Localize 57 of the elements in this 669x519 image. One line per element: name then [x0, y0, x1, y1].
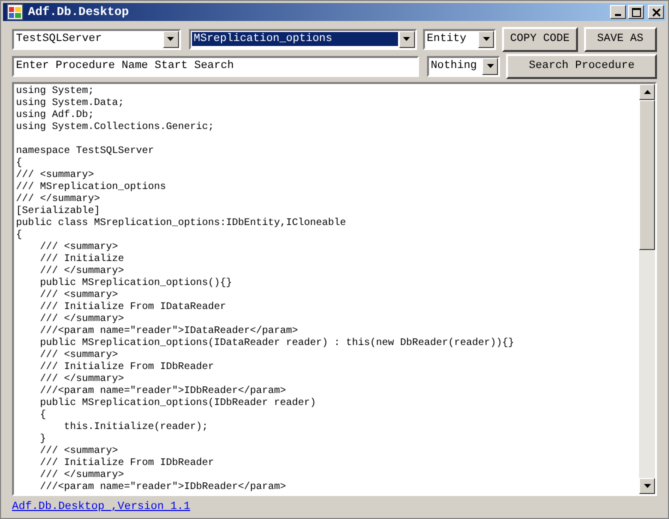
- dropdown[interactable]: Entity: [422, 28, 496, 50]
- code-line: namespace TestSQLServer: [16, 146, 154, 157]
- maximize-button[interactable]: [628, 5, 644, 19]
- code-line: /// Initialize: [39, 254, 124, 265]
- app-icon: [7, 4, 23, 20]
- code-line: /// <summary>: [39, 242, 118, 253]
- close-icon: [652, 8, 660, 16]
- code-line: using System.Collections.Generic;: [16, 122, 214, 133]
- code-line: /// <summary>: [39, 446, 118, 457]
- toolbar-button[interactable]: COPY CODE: [502, 26, 578, 52]
- dropdown[interactable]: Nothing: [426, 56, 500, 76]
- code-line: /// </summary>: [39, 314, 124, 325]
- code-line: public MSreplication_options(IDbReader reader): [39, 398, 316, 409]
- code-line: /// </summary>: [39, 374, 124, 385]
- code-line: ///<param name="reader">IDbReader</param>: [39, 386, 286, 397]
- window-title: Adf.Db.Desktop: [28, 5, 129, 19]
- code-line: {: [16, 230, 22, 241]
- scroll-thumb[interactable]: [639, 100, 655, 250]
- code-line: /// <summary>: [39, 290, 118, 301]
- toolbar-button[interactable]: SAVE AS: [584, 26, 657, 52]
- minimize-button[interactable]: [610, 5, 626, 19]
- close-button[interactable]: [648, 5, 664, 19]
- scroll-up-button[interactable]: [639, 84, 655, 100]
- code-line: ///<param name="reader">IDataReader</param>: [39, 326, 298, 337]
- code-line: /// </summary>: [39, 266, 124, 277]
- scroll-down-button[interactable]: [639, 478, 655, 494]
- up-arrow-icon: [644, 90, 650, 94]
- dropdown[interactable]: MSreplication_options: [188, 28, 417, 50]
- code-line: /// <summary>: [39, 350, 118, 361]
- code-line: public class MSreplication_options:IDbEntity,ICloneable: [16, 218, 346, 229]
- code-line: /// Initialize From IDbReader: [39, 458, 214, 469]
- code-line: public MSreplication_options(){}: [39, 278, 232, 289]
- code-line: using System;: [16, 86, 94, 97]
- code-line: ///<param name="reader">IDbReader</param>: [39, 482, 286, 493]
- maximize-icon: [632, 8, 640, 16]
- search-button[interactable]: Search Procedure: [506, 54, 657, 78]
- code-line: /// Initialize From IDataReader: [39, 302, 226, 313]
- code-line: /// <summary>: [16, 170, 94, 181]
- code-line: {: [16, 158, 22, 169]
- version-link[interactable]: Adf.Db.Desktop ,Version 1.1: [12, 501, 190, 513]
- search-field[interactable]: Enter Procedure Name Start Search: [12, 56, 419, 76]
- minimize-icon: [615, 14, 621, 16]
- code-line: /// </summary>: [16, 194, 100, 205]
- code-line: public MSreplication_options(IDataReader reader) : this(new DbReader(reader)){}: [39, 338, 514, 349]
- code-line: {: [39, 410, 46, 421]
- code-line: [Serializable]: [16, 206, 100, 217]
- code-editor[interactable]: [12, 82, 657, 496]
- code-line: /// MSreplication_options: [16, 182, 166, 193]
- code-line: /// Initialize From IDbReader: [39, 362, 214, 373]
- down-arrow-icon: [644, 484, 650, 488]
- scroll-bar[interactable]: [639, 84, 655, 494]
- code-line: }: [39, 434, 46, 445]
- dropdown[interactable]: TestSQLServer: [12, 28, 181, 50]
- code-line: this.Initialize(reader);: [63, 422, 208, 433]
- code-line: /// </summary>: [39, 470, 124, 481]
- code-line: using Adf.Db;: [16, 110, 94, 121]
- code-line: using System.Data;: [16, 98, 124, 109]
